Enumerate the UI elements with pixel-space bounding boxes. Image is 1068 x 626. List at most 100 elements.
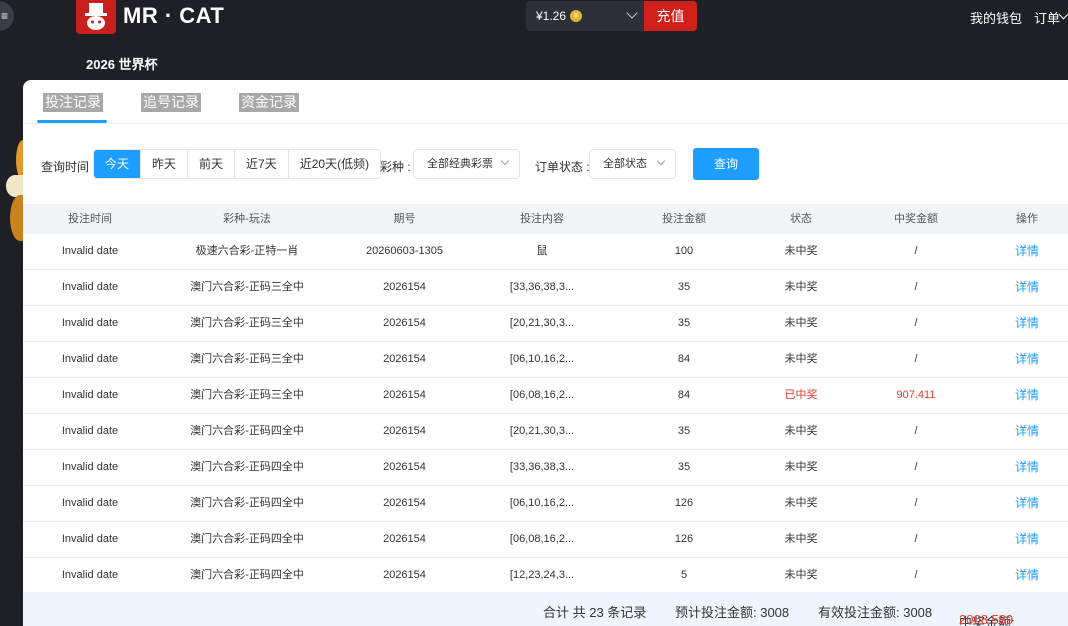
issue-cell: 20260603-1305 <box>365 245 444 257</box>
top-header: ≡ MR · CAT 2026 世界杯 ¥1.26 ¥ 充值 我的钱包 订单 <box>0 0 1068 80</box>
bet-time-cell: Invalid date <box>61 245 119 257</box>
bet-content-cell: [12,23,24,3... <box>509 569 575 581</box>
table-row: Invalid date 极速六合彩-正特一肖 20260603-1305 鼠 100 未… <box>23 234 1068 270</box>
bet-amount-cell: 35 <box>677 425 691 437</box>
bet-amount-cell: 5 <box>680 569 688 581</box>
my-wallet-link[interactable]: 我的钱包 <box>970 8 1022 27</box>
status-select[interactable]: 全部状态 <box>589 149 676 179</box>
cat-hat-icon <box>85 3 107 30</box>
bet-amount-cell: 35 <box>677 281 691 293</box>
status-cell: 未中奖 <box>784 533 818 545</box>
coin-icon: ¥ <box>570 10 583 22</box>
bet-amount-cell: 84 <box>677 353 691 365</box>
detail-link[interactable]: 详情 <box>986 270 1068 305</box>
prize-cell: / <box>914 497 918 509</box>
lottery-play-cell: 澳门六合彩-正码三全中 <box>190 353 304 365</box>
tab-fund-records[interactable]: 资金记录 <box>239 93 299 112</box>
orders-menu[interactable]: 订单 <box>1034 8 1060 27</box>
valid-bet-amount: 有效投注金额: 3008 <box>818 605 933 620</box>
issue-cell: 2026154 <box>383 569 426 581</box>
status-cell: 未中奖 <box>784 425 818 437</box>
table-body: Invalid date 极速六合彩-正特一肖 20260603-1305 鼠 100 未… <box>23 234 1068 594</box>
bet-time-cell: Invalid date <box>61 569 119 581</box>
lottery-play-cell: 澳门六合彩-正码三全中 <box>190 317 304 329</box>
detail-link[interactable]: 详情 <box>986 234 1068 269</box>
bet-content-cell: 鼠 <box>536 245 548 257</box>
time-option-today[interactable]: 今天 <box>94 150 141 178</box>
table-header: 投注时间 彩种-玩法 期号 投注内容 投注金额 状态 中奖金额 操作 <box>23 204 1068 234</box>
column-header: 投注时间 <box>68 213 112 225</box>
status-cell: 已中奖 <box>784 389 818 401</box>
bet-amount-cell: 100 <box>674 245 694 257</box>
column-header: 期号 <box>393 213 416 225</box>
issue-cell: 2026154 <box>383 353 426 365</box>
prize-cell: / <box>914 425 918 437</box>
records-tabs: 投注记录 追号记录 资金记录 <box>23 80 1068 124</box>
status-cell: 未中奖 <box>784 245 818 257</box>
time-option-day-before[interactable]: 前天 <box>187 150 234 178</box>
table-row: Invalid date 澳门六合彩-正码四全中 2026154 [12,23,24,… <box>23 558 1068 594</box>
bet-amount-cell: 35 <box>677 317 691 329</box>
bet-amount-cell: 84 <box>677 389 691 401</box>
time-option-7-days[interactable]: 近7天 <box>234 150 288 178</box>
lottery-play-cell: 澳门六合彩-正码四全中 <box>190 461 304 473</box>
world-cup-subtitle[interactable]: 2026 世界杯 <box>86 54 158 73</box>
recharge-button[interactable]: 充值 <box>644 1 697 31</box>
bet-time-cell: Invalid date <box>61 425 119 437</box>
table-row: Invalid date 澳门六合彩-正码三全中 2026154 [33,36,38,… <box>23 270 1068 306</box>
prize-cell: / <box>914 353 918 365</box>
balance-amount: ¥1.26 <box>536 9 567 23</box>
summary-footer: 合计 共 23 条记录 预计投注金额: 3008 有效投注金额: 3008 中奖… <box>23 592 1068 626</box>
bet-content-cell: [06,08,16,2... <box>509 389 575 401</box>
status-select-value: 全部状态 <box>603 158 647 170</box>
tab-bet-records[interactable]: 投注记录 <box>43 93 103 112</box>
menu-icon[interactable]: ≡ <box>0 1 14 31</box>
issue-cell: 2026154 <box>383 497 426 509</box>
bet-records-table: 投注时间 彩种-玩法 期号 投注内容 投注金额 状态 中奖金额 操作 Inval… <box>23 204 1068 594</box>
bet-content-cell: [20,21,30,3... <box>509 317 575 329</box>
detail-link[interactable]: 详情 <box>986 522 1068 557</box>
filter-bar: 查询时间 : 今天 昨天 前天 近7天 近20天(低频) 彩种 : 全部经典彩票… <box>23 146 1068 186</box>
bet-content-cell: [06,10,16,2... <box>509 353 575 365</box>
issue-cell: 2026154 <box>383 281 426 293</box>
detail-link[interactable]: 详情 <box>986 342 1068 377</box>
detail-link[interactable]: 详情 <box>986 558 1068 593</box>
prize-cell: / <box>914 317 918 329</box>
issue-cell: 2026154 <box>383 461 426 473</box>
mr-cat-logo[interactable] <box>76 0 116 34</box>
time-range-selector: 今天 昨天 前天 近7天 近20天(低频) <box>93 149 382 179</box>
bet-amount-cell: 126 <box>674 497 694 509</box>
bet-amount-cell: 126 <box>674 533 694 545</box>
detail-link[interactable]: 详情 <box>986 414 1068 449</box>
tab-chase-records[interactable]: 追号记录 <box>141 93 201 112</box>
detail-link[interactable]: 详情 <box>986 486 1068 521</box>
status-label: 订单状态 : <box>535 160 590 174</box>
lottery-select[interactable]: 全部经典彩票 <box>413 149 520 179</box>
prize-cell: 907.411 <box>896 389 936 401</box>
lottery-play-cell: 极速六合彩-正特一肖 <box>195 245 299 257</box>
detail-link[interactable]: 详情 <box>986 450 1068 485</box>
issue-cell: 2026154 <box>383 389 426 401</box>
total-records: 合计 共 23 条记录 <box>543 605 647 620</box>
column-header: 中奖金额 <box>894 213 938 225</box>
prize-cell: / <box>914 281 918 293</box>
detail-link[interactable]: 详情 <box>986 306 1068 341</box>
bet-time-cell: Invalid date <box>61 353 119 365</box>
issue-cell: 2026154 <box>383 425 426 437</box>
bet-time-cell: Invalid date <box>61 461 119 473</box>
time-option-20-days[interactable]: 近20天(低频) <box>287 150 380 178</box>
time-option-yesterday[interactable]: 昨天 <box>140 150 187 178</box>
prize-cell: / <box>914 245 918 257</box>
status-cell: 未中奖 <box>784 461 818 473</box>
lottery-select-value: 全部经典彩票 <box>427 158 493 170</box>
lottery-play-cell: 澳门六合彩-正码四全中 <box>190 533 304 545</box>
balance-dropdown[interactable]: ¥1.26 ¥ <box>526 1 644 31</box>
table-row: Invalid date 澳门六合彩-正码四全中 2026154 [20,21,30,… <box>23 414 1068 450</box>
active-tab-indicator <box>37 120 107 123</box>
table-row: Invalid date 澳门六合彩-正码四全中 2026154 [06,08,16,… <box>23 522 1068 558</box>
query-button[interactable]: 查询 <box>693 148 759 180</box>
records-panel: 投注记录 追号记录 资金记录 查询时间 : 今天 昨天 前天 近7天 近20天(… <box>23 80 1068 626</box>
prize-cell: / <box>914 533 918 545</box>
detail-link[interactable]: 详情 <box>986 378 1068 413</box>
prize-cell: / <box>914 569 918 581</box>
